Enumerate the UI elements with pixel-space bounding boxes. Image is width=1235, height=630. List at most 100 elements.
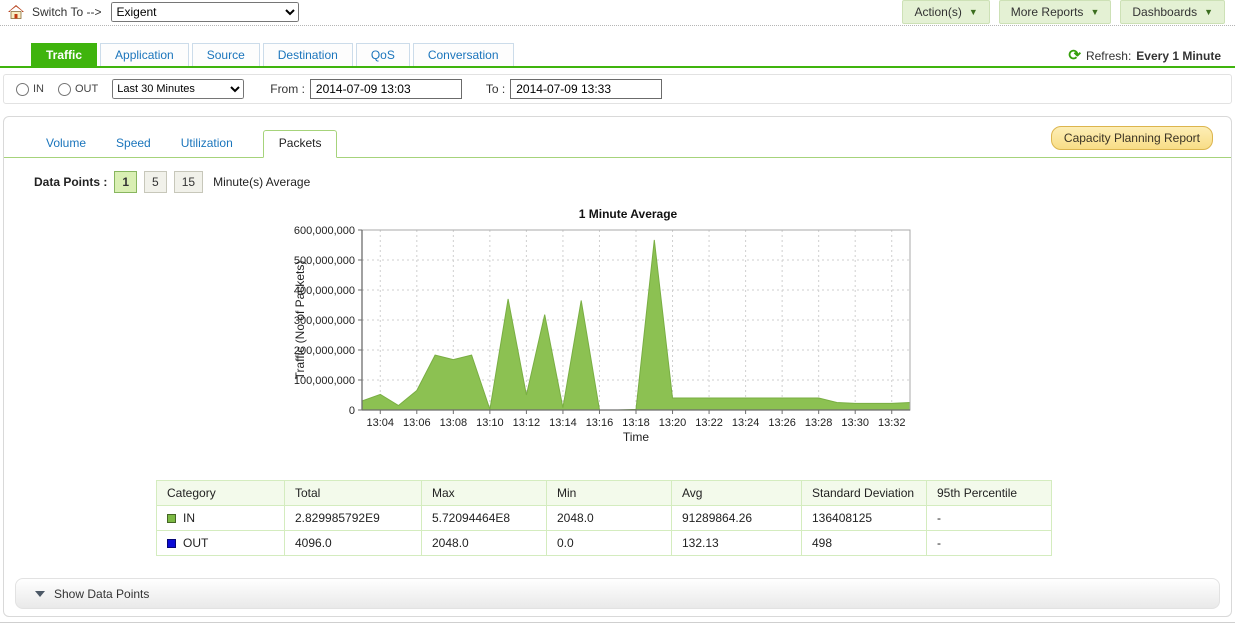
table-header-95th-percentile: 95th Percentile <box>927 481 1052 506</box>
tab-source[interactable]: Source <box>192 43 260 66</box>
chevron-down-icon: ▼ <box>969 7 978 17</box>
table-header-avg: Avg <box>672 481 802 506</box>
tab-destination[interactable]: Destination <box>263 43 353 66</box>
top-bar: Switch To --> Exigent Action(s)▼More Rep… <box>0 0 1235 26</box>
traffic-chart: 1 Minute Average 0100,000,000200,000,000… <box>292 207 954 460</box>
table-row-in: IN2.829985792E95.72094464E82048.09128986… <box>157 506 1052 531</box>
table-header-total: Total <box>285 481 422 506</box>
value-cell: 2048.0 <box>422 531 547 556</box>
more-reports-button[interactable]: More Reports ▼ <box>999 0 1112 24</box>
report-subtabs: Volume Speed Utilization Packets <box>4 117 1231 158</box>
in-radio[interactable] <box>16 83 29 96</box>
y-axis-title: Traffic (No of Packets) <box>293 261 307 380</box>
table-row-out: OUT4096.02048.00.0132.13498- <box>157 531 1052 556</box>
x-tick-label: 13:18 <box>622 417 650 429</box>
out-radio[interactable] <box>58 83 71 96</box>
value-cell: 5.72094464E8 <box>422 506 547 531</box>
x-tick-label: 13:08 <box>440 417 468 429</box>
period-select[interactable]: Last 30 Minutes <box>112 79 244 99</box>
refresh-icon[interactable]: ⟳ <box>1068 50 1081 62</box>
page: Switch To --> Exigent Action(s)▼More Rep… <box>0 0 1235 630</box>
category-cell-out: OUT <box>157 531 285 556</box>
series-swatch-out <box>167 539 176 548</box>
x-tick-label: 13:16 <box>586 417 614 429</box>
subtab-speed[interactable]: Speed <box>116 136 151 157</box>
capacity-planning-report-button[interactable]: Capacity Planning Report <box>1051 126 1213 150</box>
table-header-standard-deviation: Standard Deviation <box>802 481 927 506</box>
switch-to-label: Switch To --> <box>32 5 101 19</box>
table-header-category: Category <box>157 481 285 506</box>
home-icon[interactable] <box>8 5 24 19</box>
out-radio-label: OUT <box>75 83 98 95</box>
minutes-average-label: Minute(s) Average <box>213 175 310 189</box>
refresh-interval: Every 1 Minute <box>1136 49 1221 63</box>
x-tick-label: 13:22 <box>695 417 723 429</box>
x-tick-label: 13:26 <box>768 417 796 429</box>
in-radio-label: IN <box>33 83 44 95</box>
refresh-status: ⟳ Refresh: Every 1 Minute <box>1068 49 1221 63</box>
x-tick-label: 13:20 <box>659 417 687 429</box>
data-points-row: Data Points : 1515 Minute(s) Average <box>4 158 1231 193</box>
x-tick-label: 13:04 <box>367 417 395 429</box>
x-tick-label: 13:30 <box>841 417 869 429</box>
x-tick-label: 13:10 <box>476 417 504 429</box>
y-tick-label: 0 <box>349 405 355 417</box>
x-tick-label: 13:24 <box>732 417 760 429</box>
value-cell: 2048.0 <box>547 506 672 531</box>
dashboards-button[interactable]: Dashboards ▼ <box>1120 0 1225 24</box>
value-cell: 132.13 <box>672 531 802 556</box>
series-swatch-in <box>167 514 176 523</box>
data-points-label: Data Points : <box>34 175 107 189</box>
value-cell: 4096.0 <box>285 531 422 556</box>
data-point-button-1[interactable]: 1 <box>114 171 137 193</box>
table-header-min: Min <box>547 481 672 506</box>
value-cell: 136408125 <box>802 506 927 531</box>
tab-application[interactable]: Application <box>100 43 189 66</box>
table-header-max: Max <box>422 481 547 506</box>
report-panel: Volume Speed Utilization Packets Capacity P… <box>3 116 1232 617</box>
x-tick-label: 13:32 <box>878 417 906 429</box>
summary-table-header-row: CategoryTotalMaxMinAvgStandard Deviation… <box>157 481 1052 506</box>
dashboards-button-label: Dashboards <box>1132 5 1197 19</box>
value-cell: 0.0 <box>547 531 672 556</box>
to-label: To : <box>486 82 505 96</box>
tab-traffic[interactable]: Traffic <box>31 43 97 66</box>
chart-title: 1 Minute Average <box>292 207 954 221</box>
action-s-button-label: Action(s) <box>914 5 961 19</box>
tab-qos[interactable]: QoS <box>356 43 410 66</box>
chevron-down-icon: ▼ <box>1090 7 1099 17</box>
show-data-points-toggle[interactable]: Show Data Points <box>15 578 1220 609</box>
chevron-down-icon: ▼ <box>1204 7 1213 17</box>
category-cell-in: IN <box>157 506 285 531</box>
top-menu-buttons: Action(s) ▼ More Reports ▼ Dashboards ▼ <box>902 0 1225 24</box>
collapse-arrow-icon <box>35 591 45 597</box>
value-cell: 91289864.26 <box>672 506 802 531</box>
x-tick-label: 13:12 <box>513 417 541 429</box>
main-tabs: TrafficApplicationSourceDestinationQoSCo… <box>31 43 517 66</box>
subtab-volume[interactable]: Volume <box>46 136 86 157</box>
traffic-chart-svg: 0100,000,000200,000,000300,000,000400,00… <box>292 225 954 457</box>
x-tick-label: 13:06 <box>403 417 431 429</box>
tab-conversation[interactable]: Conversation <box>413 43 514 66</box>
subtab-packets[interactable]: Packets <box>263 130 338 158</box>
x-tick-label: 13:14 <box>549 417 577 429</box>
from-label: From : <box>270 82 305 96</box>
show-data-points-label: Show Data Points <box>54 587 149 601</box>
from-input[interactable] <box>310 79 462 99</box>
to-input[interactable] <box>510 79 662 99</box>
summary-table: CategoryTotalMaxMinAvgStandard Deviation… <box>156 480 1052 556</box>
more-reports-button-label: More Reports <box>1011 5 1084 19</box>
switch-to-select[interactable]: Exigent <box>111 2 299 22</box>
x-tick-label: 13:28 <box>805 417 833 429</box>
value-cell: - <box>927 506 1052 531</box>
main-tab-bar: TrafficApplicationSourceDestinationQoSCo… <box>0 45 1235 68</box>
data-point-button-5[interactable]: 5 <box>144 171 167 193</box>
data-points-buttons: 1515 <box>114 171 203 193</box>
value-cell: 498 <box>802 531 927 556</box>
action-s-button[interactable]: Action(s) ▼ <box>902 0 989 24</box>
x-axis-title: Time <box>623 430 650 444</box>
filter-bar: IN OUT Last 30 Minutes From : To : <box>3 74 1232 104</box>
data-point-button-15[interactable]: 15 <box>174 171 203 193</box>
y-tick-label: 600,000,000 <box>294 225 355 237</box>
subtab-utilization[interactable]: Utilization <box>181 136 233 157</box>
